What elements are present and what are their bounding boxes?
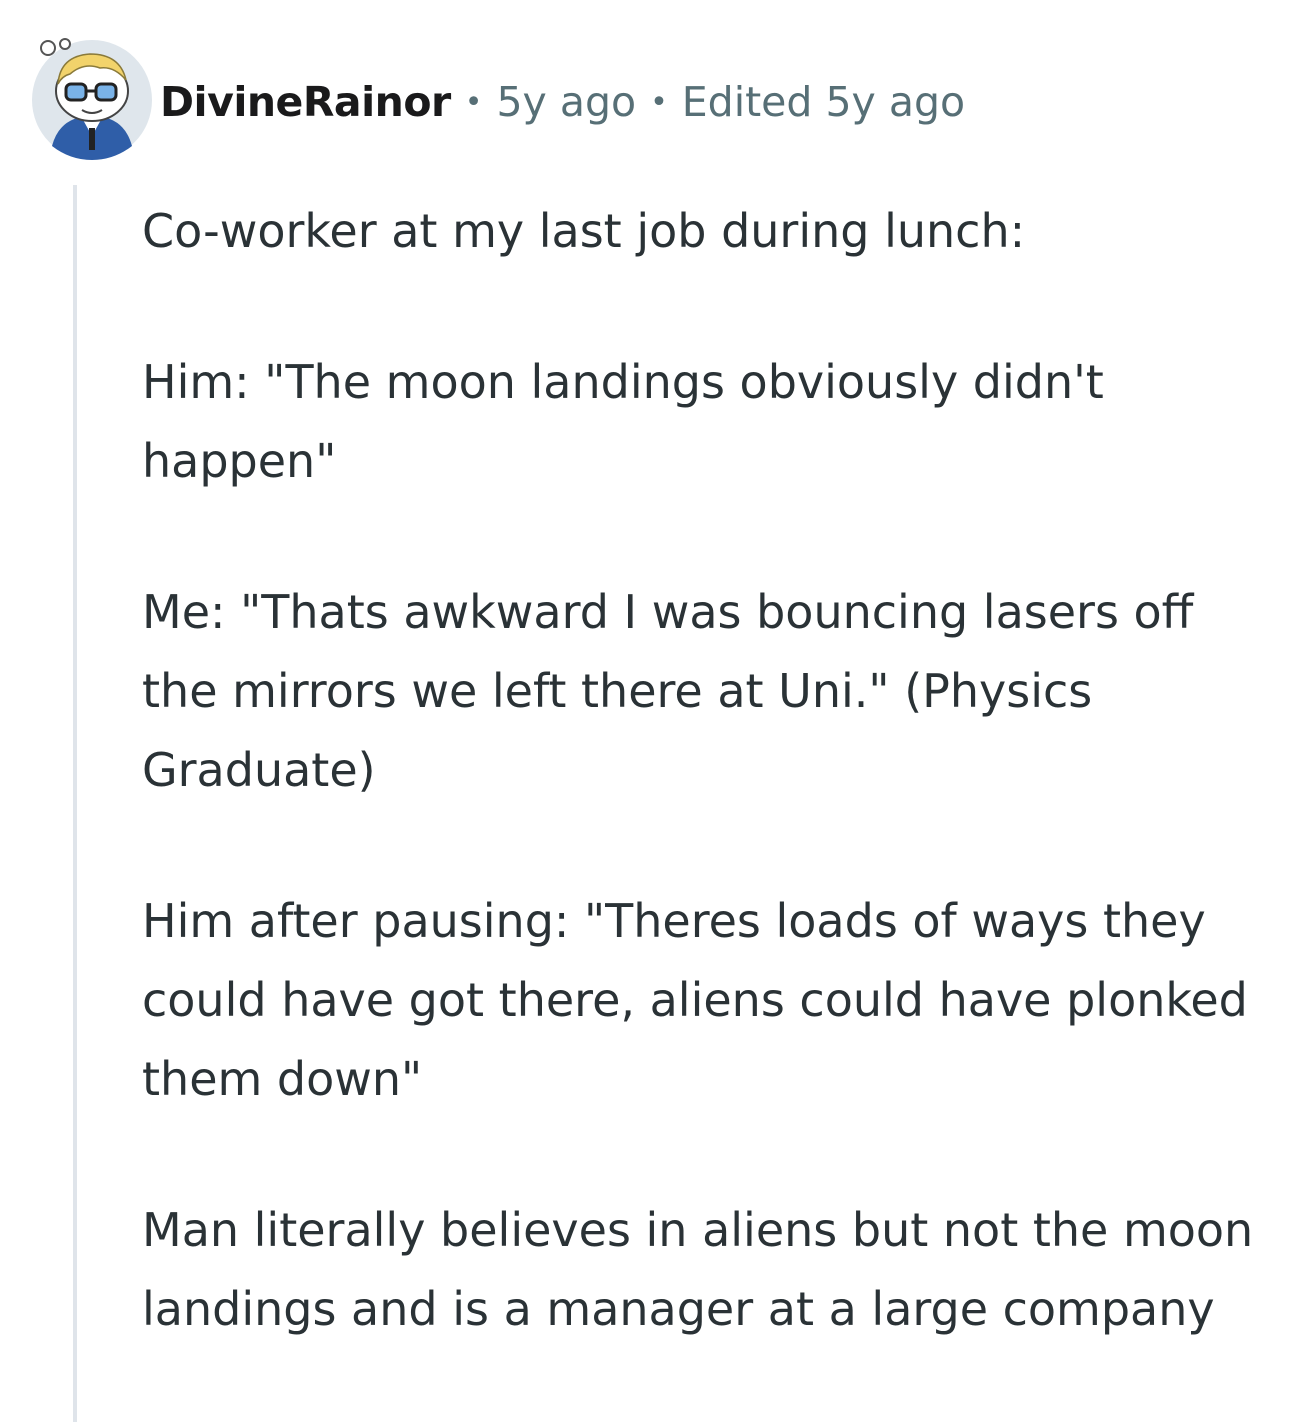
comment: DivineRainor • 5y ago • Edited 5y ago Co… [0, 0, 1289, 1422]
separator-dot: • [650, 84, 668, 120]
snoo-avatar-icon [32, 38, 152, 160]
comment-paragraph: Man literally believes in aliens but not… [142, 1203, 1254, 1336]
user-avatar[interactable] [30, 36, 155, 161]
comment-paragraph: Co-worker at my last job during lunch: [142, 204, 1026, 258]
comment-paragraph: Him: "The moon landings obviously didn't… [142, 355, 1104, 488]
thread-collapse-line[interactable] [73, 185, 77, 1422]
comment-paragraph: Him after pausing: "Theres loads of ways… [142, 894, 1248, 1106]
post-timestamp[interactable]: 5y ago [496, 78, 636, 126]
comment-body: Co-worker at my last job during lunch: H… [142, 192, 1277, 1349]
username-link[interactable]: DivineRainor [160, 78, 451, 126]
edited-timestamp: Edited 5y ago [681, 78, 966, 126]
comment-paragraph: Me: "Thats awkward I was bouncing lasers… [142, 585, 1194, 797]
separator-dot: • [464, 84, 483, 120]
comment-header: DivineRainor • 5y ago • Edited 5y ago [160, 72, 965, 132]
